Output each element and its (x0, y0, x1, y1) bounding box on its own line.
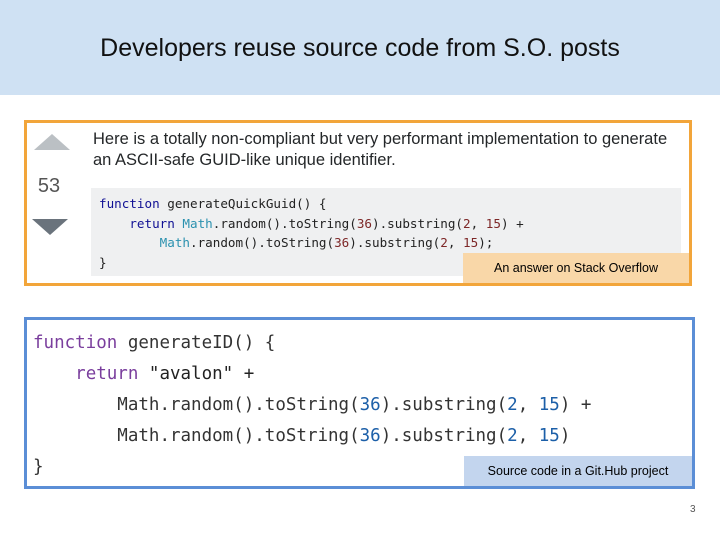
code-number: 15 (538, 426, 560, 446)
code-text: } (99, 254, 107, 270)
page-number: 3 (690, 504, 696, 515)
code-number: 15 (538, 395, 560, 415)
code-keyword: function (33, 333, 118, 353)
code-number: 2 (507, 395, 518, 415)
code-text: ).substring( (380, 426, 508, 446)
code-number: 15 (463, 235, 479, 250)
code-number: 36 (359, 395, 381, 415)
code-text: , (517, 395, 539, 415)
answer-text: Here is a totally non-compliant but very… (93, 130, 668, 169)
stackoverflow-answer-panel: 53 Here is a totally non-compliant but v… (24, 120, 692, 286)
code-object: Math (159, 235, 191, 250)
vote-count: 53 (37, 175, 61, 197)
stackoverflow-caption: An answer on Stack Overflow (463, 253, 689, 283)
code-text: Math.random().toString( (117, 426, 360, 446)
code-line: Math.random().toString(36).substring(2, … (33, 421, 683, 452)
code-text: } (33, 457, 44, 477)
code-text: , (447, 235, 464, 250)
code-number: 2 (440, 235, 448, 250)
code-text: ).substring( (372, 215, 463, 231)
code-text: ).substring( (349, 235, 441, 250)
code-number: 2 (507, 426, 518, 446)
code-number: 36 (356, 215, 372, 231)
code-text: , (517, 426, 539, 446)
code-text: generateQuickGuid() { (159, 196, 327, 211)
code-text: .random().toString( (190, 235, 335, 250)
code-line: Math.random().toString(36).substring(2, … (99, 233, 673, 253)
code-keyword: return (129, 215, 175, 231)
code-string: "avalon" + (138, 364, 255, 384)
code-text: ).substring( (380, 395, 508, 415)
code-text: , (470, 215, 486, 231)
code-text: Math.random().toString( (117, 395, 360, 415)
code-text: ) + (500, 215, 524, 231)
code-line: return Math.random().toString(36).substr… (99, 214, 673, 234)
github-caption: Source code in a Git.Hub project (464, 456, 692, 486)
slide-header: Developers reuse source code from S.O. p… (0, 0, 720, 95)
code-object: Math (174, 215, 213, 231)
github-code-panel: function generateID() { return "avalon" … (24, 317, 695, 489)
upvote-arrow-icon (34, 134, 70, 150)
code-text: generateID() { (117, 333, 276, 353)
code-line: return "avalon" + (33, 359, 683, 390)
code-number: 36 (334, 235, 350, 250)
code-text: ); (478, 235, 494, 250)
code-line: function generateQuickGuid() { (99, 194, 673, 214)
code-number: 2 (463, 215, 471, 231)
code-line: Math.random().toString(36).substring(2, … (33, 390, 683, 421)
code-text: .random().toString( (212, 215, 357, 231)
code-text: ) (559, 426, 571, 446)
code-text: ) + (559, 395, 592, 415)
downvote-arrow-icon (32, 219, 68, 235)
slide-title: Developers reuse source code from S.O. p… (100, 34, 620, 62)
code-keyword: return (75, 364, 139, 384)
code-keyword: function (99, 196, 160, 211)
code-line: function generateID() { (33, 328, 683, 359)
code-number: 36 (359, 426, 381, 446)
code-number: 15 (485, 215, 501, 231)
